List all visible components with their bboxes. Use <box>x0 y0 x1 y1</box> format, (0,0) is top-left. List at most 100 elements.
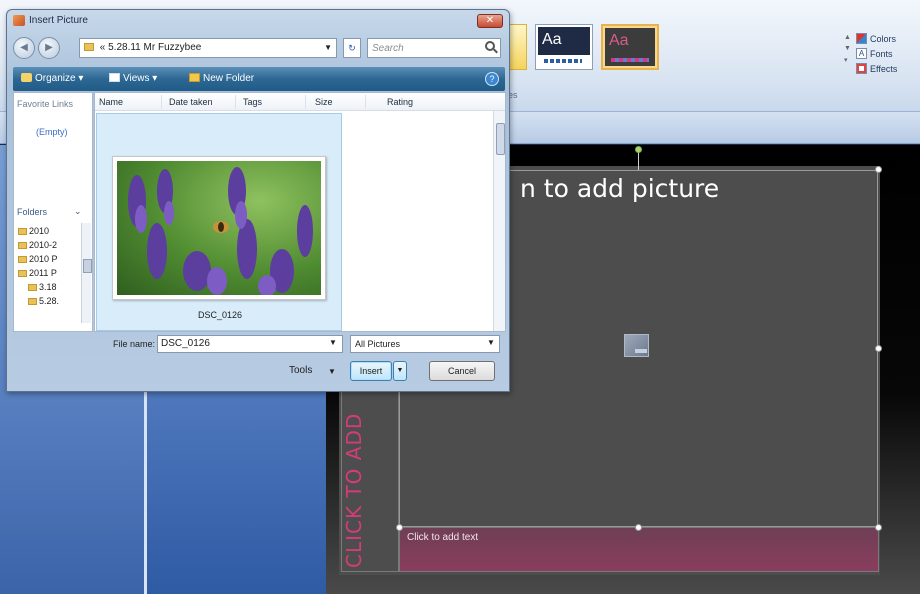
views-label: Views <box>123 73 150 84</box>
rotation-handle[interactable] <box>635 146 642 153</box>
folder-tree-item[interactable]: 2010 <box>18 226 49 236</box>
chevron-down-icon[interactable]: ▼ <box>328 367 336 376</box>
effects-label: Effects <box>870 63 898 74</box>
new-folder-button[interactable]: New Folder <box>189 73 254 84</box>
effects-icon <box>856 63 867 74</box>
powerpoint-app-icon <box>13 15 25 26</box>
views-icon <box>109 73 120 82</box>
column-separator[interactable] <box>161 95 162 109</box>
column-separator[interactable] <box>365 95 366 109</box>
insert-options-button[interactable]: ▼ <box>393 361 407 381</box>
insert-picture-dialog: Insert Picture ✕ ◀ ▶ « 5.28.11 Mr Fuzzyb… <box>6 9 510 392</box>
refresh-button[interactable]: ↻ <box>343 38 361 58</box>
address-bar[interactable]: « 5.28.11 Mr Fuzzybee ▼ <box>79 38 337 58</box>
command-bar: Organize ▾ Views ▾ New Folder ? <box>13 67 505 91</box>
favorite-links-empty: (Empty) <box>36 127 68 137</box>
insert-button[interactable]: Insert <box>350 361 392 381</box>
column-rating[interactable]: Rating <box>387 97 413 107</box>
address-chevron[interactable]: « <box>100 42 106 53</box>
resize-handle-bottom-right[interactable] <box>875 524 882 531</box>
folder-tree-scrollbar[interactable] <box>81 223 92 323</box>
back-button[interactable]: ◀ <box>13 37 35 59</box>
resize-handle-top-right[interactable] <box>875 166 882 173</box>
resize-handle-bottom-left[interactable] <box>396 524 403 531</box>
folder-tree-item[interactable]: 3.18 <box>28 282 57 292</box>
text-placeholder[interactable]: Click to add text <box>399 527 879 572</box>
resize-handle-bottom[interactable] <box>635 524 642 531</box>
folder-tree-label: 2010-2 <box>29 240 58 250</box>
gallery-scroll[interactable]: ▲ ▼ ▾ <box>844 34 851 64</box>
dialog-title: Insert Picture <box>29 15 88 26</box>
chevron-down-icon[interactable]: ▼ <box>329 338 337 347</box>
chevron-down-icon[interactable]: ▼ <box>487 338 495 347</box>
rotation-line <box>638 150 639 170</box>
gallery-up-icon[interactable]: ▲ <box>844 34 851 41</box>
colors-label: Colors <box>870 33 897 44</box>
folder-icon <box>18 228 27 235</box>
column-tags[interactable]: Tags <box>243 97 262 107</box>
themes-gallery: Aa Aa <box>505 24 659 86</box>
dialog-title-bar[interactable]: Insert Picture ✕ <box>7 10 509 32</box>
chevron-down-icon[interactable]: ⌄ <box>74 206 82 217</box>
folder-tree-label: 3.18 <box>39 282 57 292</box>
search-icon[interactable] <box>485 41 495 51</box>
folder-icon <box>18 256 27 263</box>
theme-thumb-selected[interactable]: Aa <box>601 24 659 70</box>
views-button[interactable]: Views ▾ <box>109 73 157 84</box>
chevron-down-icon[interactable]: ▼ <box>324 39 332 57</box>
theme-thumb-dark-blue[interactable]: Aa <box>535 24 593 70</box>
column-size[interactable]: Size <box>315 97 333 107</box>
theme-color-strip <box>611 58 649 62</box>
cancel-button[interactable]: Cancel <box>429 361 495 381</box>
vertical-title-text: CLICK TO ADD <box>342 412 366 568</box>
organize-button[interactable]: Organize ▾ <box>21 73 83 84</box>
forward-button[interactable]: ▶ <box>38 37 60 59</box>
file-type-select[interactable]: All Pictures <box>350 335 500 353</box>
folder-tree-item[interactable]: 2010 P <box>18 254 58 264</box>
theme-color-strip <box>544 59 582 63</box>
folder-tree-item[interactable]: 2010-2 <box>18 240 57 250</box>
column-separator[interactable] <box>235 95 236 109</box>
photo-thumbnail <box>112 156 326 300</box>
colors-button[interactable]: Colors <box>856 32 897 45</box>
fonts-label: Fonts <box>870 48 893 59</box>
file-list-scrollbar[interactable] <box>493 111 505 331</box>
folder-tree-label: 2010 P <box>29 254 58 264</box>
column-name[interactable]: Name <box>99 97 123 107</box>
column-separator[interactable] <box>305 95 306 109</box>
column-header-row: Name Date taken Tags Size Rating <box>95 93 505 111</box>
colors-icon <box>856 33 867 44</box>
folder-tree-label: 2010 <box>29 226 50 236</box>
file-list: Name Date taken Tags Size Rating DSC_012… <box>94 92 506 332</box>
folder-icon <box>28 298 37 305</box>
folders-header[interactable]: Folders <box>17 207 47 217</box>
folder-icon <box>18 270 27 277</box>
help-icon[interactable]: ? <box>485 72 499 86</box>
fonts-button[interactable]: A Fonts <box>856 47 897 60</box>
theme-sample-text: Aa <box>542 31 562 48</box>
search-input[interactable] <box>367 38 501 58</box>
insert-picture-icon[interactable] <box>624 334 649 357</box>
file-name-caption: DSC_0126 <box>198 310 243 320</box>
organize-label: Organize <box>35 73 76 84</box>
folder-tree-item[interactable]: 5.28. <box>28 296 59 306</box>
file-name-label: File name: <box>113 339 156 349</box>
column-date-taken[interactable]: Date taken <box>169 97 213 107</box>
lavender-photo <box>117 161 321 295</box>
gallery-down-icon[interactable]: ▼ <box>844 45 851 52</box>
resize-handle-right[interactable] <box>875 345 882 352</box>
folder-tree-item[interactable]: 2011 P <box>18 268 57 278</box>
address-path: 5.28.11 Mr Fuzzybee <box>108 42 202 53</box>
file-tile-selected[interactable]: DSC_0126 <box>96 113 342 331</box>
folder-tree-label: 2011 P <box>29 268 57 278</box>
navigation-pane: Favorite Links (Empty) Folders ⌄ 2010 20… <box>13 92 93 332</box>
folder-tree-label: 5.28. <box>39 296 60 306</box>
new-folder-label: New Folder <box>203 73 255 84</box>
organize-icon <box>21 73 32 82</box>
gallery-more-icon[interactable]: ▾ <box>844 56 851 64</box>
close-button[interactable]: ✕ <box>477 14 503 28</box>
file-name-field[interactable]: DSC_0126 <box>157 335 343 353</box>
fonts-icon: A <box>856 48 867 59</box>
tools-button[interactable]: Tools <box>289 365 312 376</box>
effects-button[interactable]: Effects <box>856 62 897 75</box>
